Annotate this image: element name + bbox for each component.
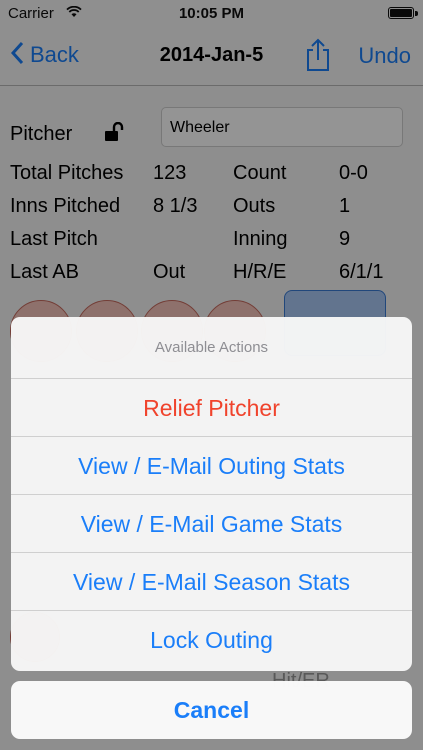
action-sheet: Available Actions Relief Pitcher View / … <box>11 317 412 671</box>
cancel-button[interactable]: Cancel <box>11 681 412 739</box>
action-sheet-title: Available Actions <box>11 317 412 379</box>
view-email-outing-stats-button[interactable]: View / E-Mail Outing Stats <box>11 437 412 495</box>
view-email-game-stats-button[interactable]: View / E-Mail Game Stats <box>11 495 412 553</box>
relief-pitcher-button[interactable]: Relief Pitcher <box>11 379 412 437</box>
view-email-season-stats-button[interactable]: View / E-Mail Season Stats <box>11 553 412 611</box>
lock-outing-button[interactable]: Lock Outing <box>11 611 412 669</box>
